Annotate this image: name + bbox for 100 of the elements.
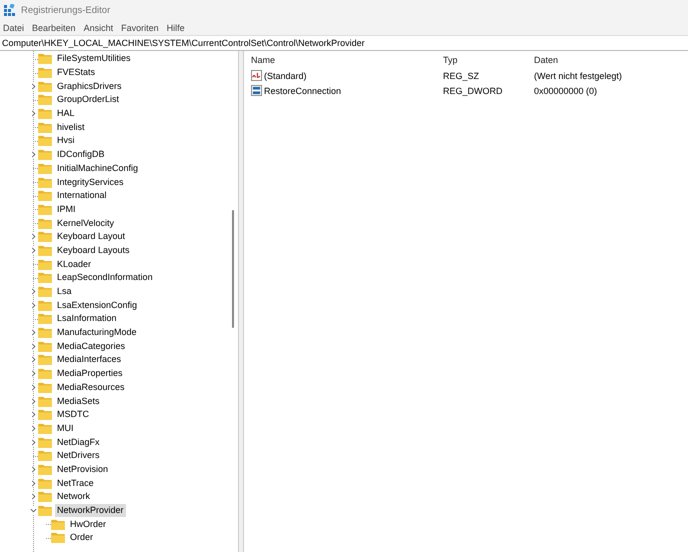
menu-item[interactable]: Favoriten (120, 22, 163, 32)
folder-icon (38, 190, 52, 202)
tree-item[interactable]: NetTrace (55, 476, 96, 490)
column-header[interactable]: Typ (443, 54, 534, 64)
chevron-down-icon[interactable] (30, 507, 37, 514)
tree-item[interactable]: MSDTC (55, 408, 91, 422)
tree-item[interactable]: International (55, 189, 109, 202)
chevron-right-icon[interactable] (30, 384, 37, 391)
chevron-right-icon[interactable] (30, 288, 37, 296)
tree-item[interactable]: HwOrder (68, 518, 108, 531)
tree-item[interactable]: GraphicsDrivers (55, 80, 124, 93)
value-type: REG_SZ (443, 70, 480, 80)
folder-icon (38, 272, 52, 284)
folder-icon (38, 478, 52, 489)
chevron-right-icon[interactable] (30, 151, 37, 158)
folder-icon (38, 409, 52, 420)
tree-item[interactable]: KernelVelocity (55, 216, 116, 230)
folder-icon (38, 122, 52, 133)
tree-item[interactable]: LsaInformation (55, 312, 119, 326)
binary-value-icon (251, 85, 262, 96)
tree-item[interactable]: NetworkProvider (55, 504, 126, 518)
tree-item[interactable]: FVEStats (55, 66, 98, 80)
folder-icon (38, 382, 52, 393)
column-header[interactable]: Daten (534, 54, 688, 64)
tree-item[interactable]: MediaProperties (55, 367, 125, 380)
tree-item[interactable]: FileSystemUtilities (55, 52, 133, 66)
folder-icon (38, 135, 52, 146)
chevron-right-icon[interactable] (30, 356, 37, 364)
tree-item[interactable]: LeapSecondInformation (55, 271, 155, 284)
folder-icon (38, 313, 52, 324)
folder-icon (38, 258, 52, 270)
chevron-right-icon[interactable] (30, 342, 37, 350)
tree-item[interactable]: NetProvision (55, 462, 110, 476)
chevron-right-icon[interactable] (30, 466, 37, 473)
tree-item[interactable]: KLoader (55, 258, 94, 271)
chevron-right-icon[interactable] (30, 82, 37, 90)
tree-item[interactable]: LsaExtensionConfig (55, 298, 140, 312)
folder-icon (38, 80, 52, 92)
chevron-right-icon[interactable] (30, 480, 37, 487)
tree-item[interactable]: NetDiagFx (55, 436, 102, 449)
chevron-right-icon[interactable] (30, 424, 37, 432)
tree-item[interactable]: Network (55, 490, 92, 504)
folder-icon (38, 162, 52, 174)
tree-item[interactable]: IPMI (55, 202, 78, 216)
folder-icon (38, 450, 52, 462)
folder-icon (38, 422, 52, 434)
chevron-right-icon[interactable] (30, 302, 37, 309)
tree-item[interactable]: Hvsi (55, 134, 76, 148)
value-data: 0x00000000 (0) (534, 86, 598, 96)
folder-icon (38, 354, 52, 366)
address-bar[interactable]: Computer\HKEY_LOCAL_MACHINE\SYSTEM\CurrentControlSet\Control\NetworkProvider (0, 35, 688, 51)
folder-icon (38, 286, 52, 298)
tree-item[interactable]: HAL (55, 107, 77, 120)
tree-item[interactable]: ManufacturingMode (55, 326, 139, 340)
menu-item[interactable]: Hilfe (166, 22, 189, 32)
tree-item[interactable]: Order (68, 531, 96, 544)
registry-editor-icon (4, 4, 16, 16)
tree-item[interactable]: Keyboard Layouts (55, 244, 132, 257)
chevron-right-icon[interactable] (30, 438, 37, 446)
chevron-right-icon[interactable] (30, 246, 37, 254)
menu-item[interactable]: Ansicht (82, 22, 118, 32)
tree-item[interactable]: NetDrivers (55, 449, 102, 462)
value-name[interactable]: (Standard) (264, 70, 307, 80)
chevron-right-icon[interactable] (30, 233, 37, 240)
folder-icon (38, 300, 52, 311)
folder-icon (38, 176, 52, 188)
value-name[interactable]: RestoreConnection (264, 86, 342, 96)
tree-item[interactable]: IntegrityServices (55, 176, 126, 189)
folder-icon (38, 231, 52, 242)
tree-item[interactable]: IDConfigDB (55, 148, 107, 162)
chevron-right-icon[interactable] (30, 411, 37, 418)
chevron-right-icon[interactable] (30, 370, 37, 378)
folder-icon (38, 218, 52, 229)
tree-item[interactable]: MediaSets (55, 394, 102, 408)
folder-icon (38, 149, 52, 160)
folder-icon (38, 108, 52, 120)
folder-icon (38, 396, 52, 407)
folder-icon (38, 204, 52, 215)
chevron-right-icon[interactable] (30, 493, 37, 500)
column-header[interactable]: Name (250, 54, 443, 64)
folder-icon (38, 53, 52, 64)
tree-item[interactable]: MediaCategories (55, 340, 128, 353)
tree-item[interactable]: Lsa (55, 285, 74, 298)
folder-icon (38, 94, 52, 106)
folder-icon (38, 491, 52, 502)
folder-icon (38, 67, 52, 78)
menu-item[interactable]: Bearbeiten (31, 22, 80, 32)
tree-item[interactable]: Keyboard Layout (55, 230, 128, 244)
scrollbar-thumb[interactable] (232, 210, 234, 328)
tree-item[interactable]: InitialMachineConfig (55, 162, 140, 175)
folder-icon (38, 244, 52, 256)
chevron-right-icon[interactable] (30, 398, 37, 405)
tree-item[interactable]: GroupOrderList (55, 93, 122, 106)
tree-item[interactable]: MediaInterfaces (55, 353, 124, 366)
tree-item[interactable]: hivelist (55, 120, 87, 134)
menu-item[interactable]: Datei (2, 22, 28, 32)
tree-item[interactable]: MUI (55, 422, 76, 435)
tree-item[interactable]: MediaResources (55, 380, 127, 394)
chevron-right-icon[interactable] (30, 110, 37, 118)
chevron-right-icon[interactable] (30, 329, 37, 336)
